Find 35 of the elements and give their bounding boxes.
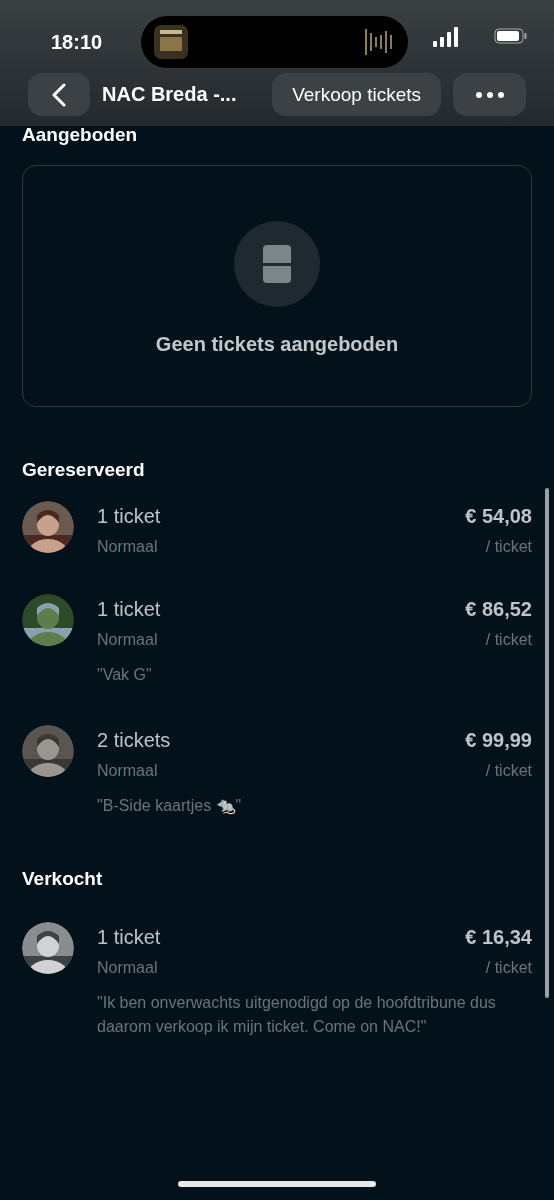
status-time: 18:10 xyxy=(51,31,103,54)
section-heading: Aangeboden xyxy=(22,125,139,145)
ticket-price: € 54,08 xyxy=(465,505,532,528)
page-title: NAC Breda -... xyxy=(102,83,238,106)
ticket-type: Normaal xyxy=(97,631,158,649)
ticket-type: Normaal xyxy=(97,959,158,977)
ticket-quantity: 2 tickets xyxy=(97,729,171,752)
ticket-price: € 86,52 xyxy=(465,598,532,621)
seller-note: "Vak G" xyxy=(97,665,153,685)
ticket-type: Normaal xyxy=(97,762,158,780)
album-art-icon xyxy=(154,25,188,59)
battery-icon xyxy=(494,28,528,44)
seller-note: "B-Side kaartjes 🐀" xyxy=(97,796,243,816)
ticket-quantity: 1 ticket xyxy=(97,598,161,621)
section-heading: Verkocht xyxy=(22,868,104,890)
ticket-price: € 16,34 xyxy=(465,926,532,949)
empty-message: Geen tickets aangeboden xyxy=(155,332,399,356)
ticket-quantity: 1 ticket xyxy=(97,505,161,528)
ticket-quantity: 1 ticket xyxy=(97,926,161,949)
section-heading: Gereserveerd xyxy=(22,459,146,481)
price-unit: / ticket xyxy=(485,762,532,780)
chevron-left-icon xyxy=(52,82,66,107)
waveform-icon xyxy=(365,27,395,57)
signal-icon xyxy=(433,27,459,47)
price-unit: / ticket xyxy=(485,959,532,977)
more-icon xyxy=(475,91,504,98)
seller-note: "Ik ben onverwachts uitgenodigd op de hoofdtribune dus daarom verkoop ik mijn ticket. Come on NAC!" xyxy=(97,993,497,1037)
ticket-type: Normaal xyxy=(97,538,158,556)
price-unit: / ticket xyxy=(485,538,532,556)
ticket-price: € 99,99 xyxy=(465,729,532,752)
back-button[interactable] xyxy=(28,73,90,116)
more-button[interactable] xyxy=(453,73,526,116)
ticket-icon xyxy=(263,244,291,283)
price-unit: / ticket xyxy=(485,631,532,649)
sell-tickets-button[interactable]: Verkoop tickets xyxy=(272,73,441,116)
